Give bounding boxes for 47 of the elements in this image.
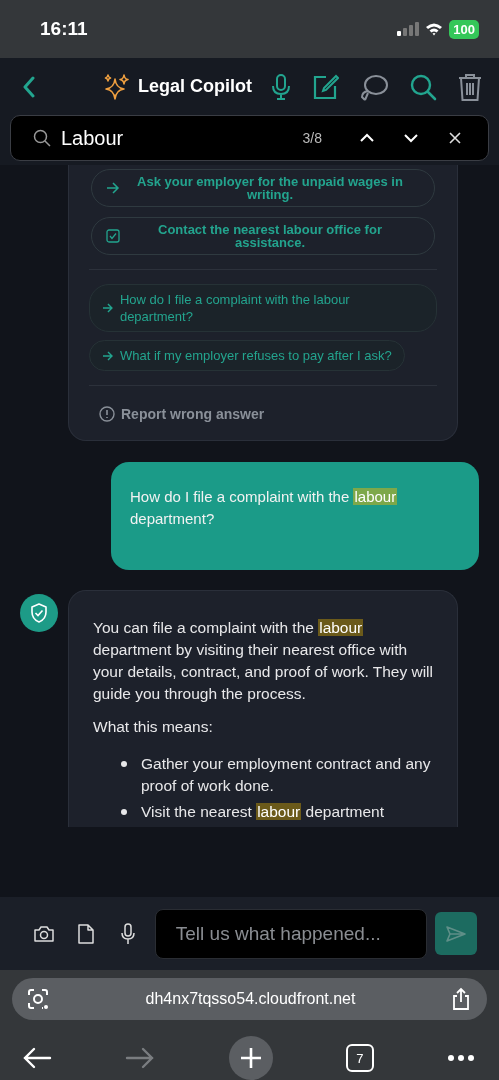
sparkles-icon: [102, 72, 130, 101]
address-bar[interactable]: dh4nx7tqsso54.cloudfront.net: [12, 978, 487, 1020]
signal-icon: [397, 22, 420, 36]
send-icon: [444, 924, 467, 943]
search-button[interactable]: [409, 72, 437, 101]
url-text: dh4nx7tqsso54.cloudfront.net: [144, 990, 357, 1008]
battery-level: 100: [449, 19, 479, 39]
shield-check-icon: [29, 602, 49, 624]
info-icon: [99, 406, 115, 422]
message-paragraph: You can file a complaint with the labour department by visiting their nearest office with your details, contract, and proof of work. They will guide you through the process.: [93, 618, 434, 704]
wifi-icon: [425, 22, 444, 36]
suggestion-chip[interactable]: How do I file a complaint with the labour department?: [89, 284, 437, 332]
checkbox[interactable]: [106, 229, 120, 243]
close-icon: [448, 131, 462, 145]
tabs-button[interactable]: 7: [345, 1044, 374, 1072]
search-icon: [33, 129, 51, 147]
message-subheading: What this means:: [93, 717, 214, 737]
arrow-icon: [102, 303, 114, 313]
app-title: Legal Copilot: [138, 76, 252, 97]
chevron-down-icon: [403, 133, 419, 143]
chats-button[interactable]: [359, 72, 389, 101]
list-item-text: Visit the nearest labour department: [141, 802, 384, 822]
list-item-text: Gather your employment contract and any proof of work done.: [141, 754, 432, 796]
bullet-icon: [121, 809, 127, 815]
action-step[interactable]: Contact the nearest labour office for assistance.: [91, 217, 435, 255]
share-icon[interactable]: [451, 987, 471, 1011]
lens-icon: [26, 987, 50, 1011]
more-button[interactable]: [447, 1054, 475, 1062]
chevron-up-icon: [359, 133, 375, 143]
new-tab-button[interactable]: [228, 1036, 273, 1080]
message-field[interactable]: Tell us what happened...: [154, 908, 427, 959]
back-button[interactable]: [22, 75, 36, 98]
microphone-button[interactable]: [271, 72, 291, 101]
arrow-icon: [106, 182, 120, 194]
search-field[interactable]: Labour: [61, 126, 293, 150]
arrow-icon: [102, 350, 114, 361]
action-step[interactable]: Ask your employer for the unpaid wages in writing.: [91, 169, 435, 207]
new-chat-button[interactable]: [311, 72, 339, 101]
message-text: How do I file a complaint with the labour department?: [130, 487, 399, 529]
match-count: 3/8: [302, 130, 322, 146]
suggestion-chip[interactable]: What if my employer refuses to pay after I ask?: [89, 340, 405, 371]
report-button[interactable]: Report wrong answer: [89, 386, 275, 422]
send-button[interactable]: [434, 912, 477, 955]
status-time: 16:11: [40, 18, 88, 40]
delete-button[interactable]: [457, 71, 483, 102]
plus-icon: [238, 1046, 263, 1070]
bullet-icon: [121, 761, 127, 767]
